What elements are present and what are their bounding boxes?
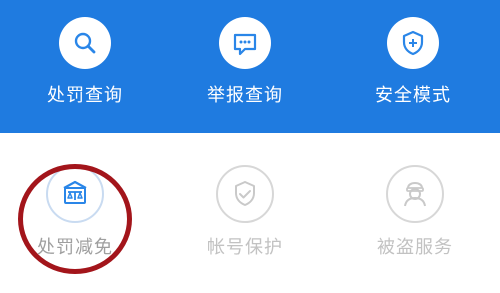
penalty-query-label: 处罚查询 — [47, 85, 123, 106]
report-query-button[interactable]: 举报查询 — [175, 17, 315, 107]
penalty-query-button[interactable]: 处罚查询 — [15, 17, 155, 107]
account-protection-label: 帐号保护 — [207, 237, 283, 258]
search-icon — [74, 32, 96, 54]
account-protection-button[interactable]: 帐号保护 — [175, 165, 315, 259]
account-security-screen: 处罚查询 举报查询 安全模式 处罚减免 帐号保护 被盗服务 — [0, 0, 500, 293]
safe-mode-button[interactable]: 安全模式 — [343, 17, 483, 107]
stolen-service-icon-circle — [386, 165, 444, 223]
shield-plus-icon — [402, 30, 424, 56]
safe-mode-label: 安全模式 — [375, 85, 451, 106]
penalty-reduction-label: 处罚减免 — [37, 237, 113, 258]
report-message-icon — [233, 33, 257, 56]
penalty-reduction-button[interactable]: 处罚减免 — [5, 165, 145, 259]
safe-mode-icon-circle — [387, 17, 439, 69]
report-icon-circle — [219, 17, 271, 69]
user-service-icon — [404, 181, 426, 207]
account-protection-icon-circle — [216, 165, 274, 223]
stolen-account-service-label: 被盗服务 — [377, 237, 453, 258]
search-icon-circle — [59, 17, 111, 69]
penalty-reduction-icon-circle — [46, 165, 104, 223]
shield-check-icon — [235, 181, 255, 206]
stolen-account-service-button[interactable]: 被盗服务 — [345, 165, 485, 259]
report-query-label: 举报查询 — [207, 85, 283, 106]
court-building-icon — [63, 180, 87, 204]
